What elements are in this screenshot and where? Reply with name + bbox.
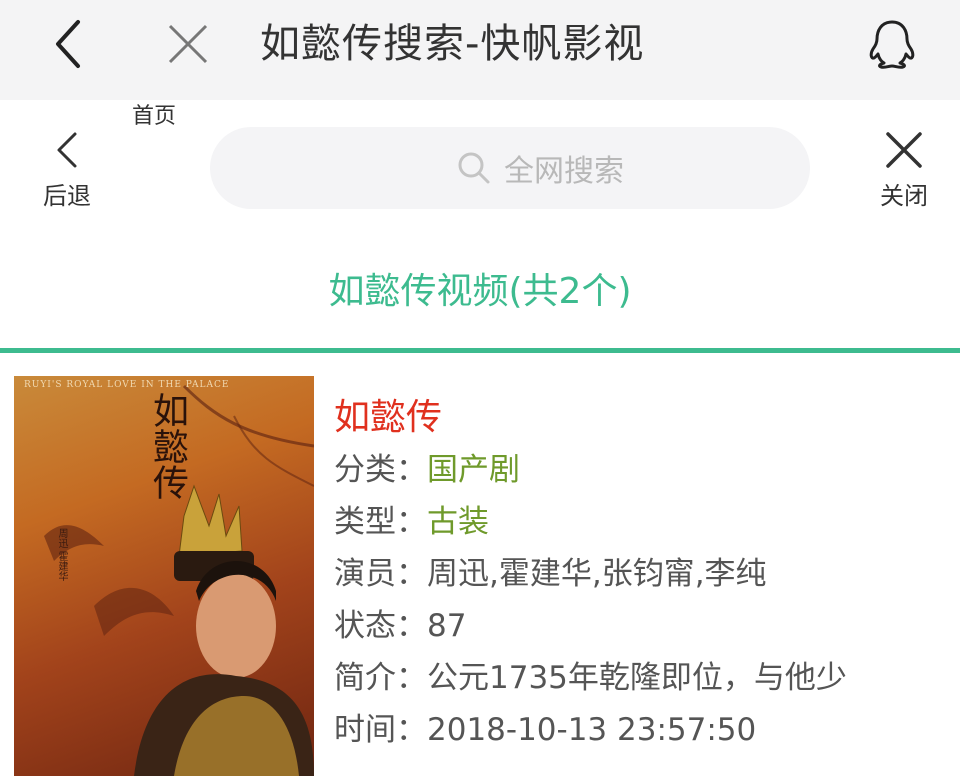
search-icon — [458, 152, 490, 184]
result-info: 如懿传 分类：国产剧 类型：古装 演员：周迅,霍建华,张钧甯,李纯 状态：87 … — [334, 392, 954, 756]
qq-penguin-icon[interactable] — [862, 14, 922, 74]
back-button-label: 后退 — [43, 182, 91, 210]
field-category: 分类：国产剧 — [334, 444, 954, 496]
search-placeholder: 全网搜索 — [504, 154, 624, 189]
homepage-link[interactable]: 首页 — [132, 98, 176, 130]
field-label: 时间： — [334, 712, 427, 748]
chevron-left-icon — [57, 132, 77, 168]
field-time: 时间：2018-10-13 23:57:50 — [334, 704, 954, 756]
close-icon — [886, 132, 922, 168]
field-label: 演员： — [334, 556, 427, 592]
chevron-left-icon[interactable] — [40, 14, 100, 74]
close-icon[interactable] — [158, 14, 218, 74]
title-bar: 如懿传搜索-快帆影视 — [0, 0, 960, 100]
section-title: 如懿传视频(共2个) — [328, 271, 632, 312]
synopsis-value: 公元1735年乾隆即位，与他少 — [427, 660, 847, 696]
result-title-link[interactable]: 如懿传 — [334, 392, 954, 444]
field-label: 简介： — [334, 660, 427, 696]
close-button-label: 关闭 — [880, 182, 928, 210]
poster-tagline: RUYI'S ROYAL LOVE IN THE PALACE — [24, 380, 230, 390]
poster-image[interactable]: RUYI'S ROYAL LOVE IN THE PALACE 如懿传 周迅 霍… — [14, 376, 314, 776]
poster-cast: 周迅 霍建华 — [56, 528, 67, 582]
status-value: 87 — [427, 608, 467, 644]
section-divider — [0, 348, 960, 353]
field-label: 状态： — [334, 608, 427, 644]
field-label: 分类： — [334, 452, 427, 488]
search-input[interactable]: 全网搜索 — [210, 127, 810, 209]
time-value: 2018-10-13 23:57:50 — [427, 712, 757, 748]
category-link[interactable]: 国产剧 — [427, 452, 520, 488]
field-synopsis: 简介：公元1735年乾隆即位，与他少 — [334, 652, 954, 704]
field-label: 类型： — [334, 504, 427, 540]
actors-value: 周迅,霍建华,张钧甯,李纯 — [427, 556, 767, 592]
field-genre: 类型：古装 — [334, 496, 954, 548]
genre-link[interactable]: 古装 — [427, 504, 489, 540]
poster-title: 如懿传 — [147, 392, 188, 500]
back-button[interactable]: 后退 — [24, 128, 110, 218]
field-status: 状态：87 — [334, 600, 954, 652]
field-actors: 演员：周迅,霍建华,张钧甯,李纯 — [334, 548, 954, 600]
close-button[interactable]: 关闭 — [864, 128, 944, 218]
window-title: 如懿传搜索-快帆影视 — [260, 21, 645, 67]
